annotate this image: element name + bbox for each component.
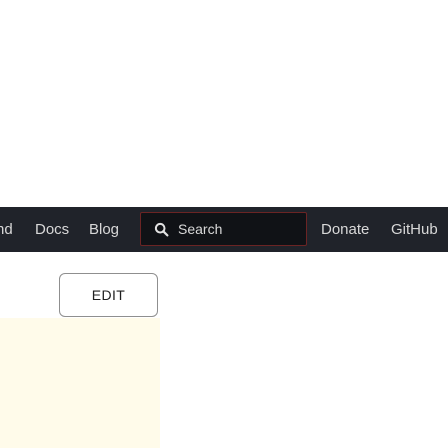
search-icon xyxy=(154,222,169,237)
edit-button[interactable]: EDIT xyxy=(59,273,158,317)
nav-link-blog[interactable]: Blog xyxy=(89,207,119,252)
nav-link-docs[interactable]: Docs xyxy=(35,207,69,252)
search-label: Search xyxy=(178,221,223,237)
top-navbar: nd Docs Blog Search Donate GitHub xyxy=(0,207,448,252)
documentation-page: nd Docs Blog Search Donate GitHub EDIT xyxy=(0,0,448,448)
nav-link-donate[interactable]: Donate xyxy=(321,207,369,252)
edit-button-label: EDIT xyxy=(91,287,126,303)
search-button[interactable]: Search xyxy=(140,212,307,246)
nav-link-partial[interactable]: nd xyxy=(0,207,13,252)
highlight-panel xyxy=(0,318,160,448)
nav-link-github[interactable]: GitHub xyxy=(391,207,438,252)
